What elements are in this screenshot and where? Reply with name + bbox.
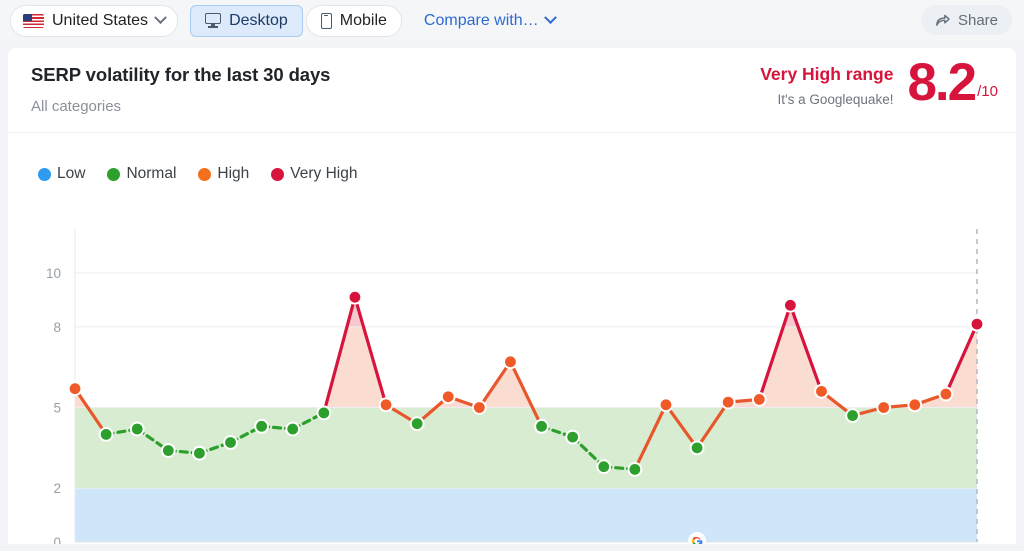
chevron-down-icon <box>154 11 167 25</box>
share-label: Share <box>957 11 998 29</box>
tab-desktop-label: Desktop <box>229 11 288 29</box>
y-axis-tick-label: 8 <box>53 320 61 335</box>
legend-item-low[interactable]: Low <box>38 165 85 183</box>
chart-body <box>67 229 985 543</box>
data-point[interactable] <box>505 356 516 368</box>
data-point[interactable] <box>380 399 392 411</box>
data-point[interactable] <box>816 385 827 397</box>
score-max: /10 <box>977 83 998 101</box>
score-caption: It's a Googlequake! <box>777 92 894 107</box>
compare-with-label: Compare with… <box>423 11 539 29</box>
data-point[interactable] <box>411 418 423 430</box>
y-axis-tick-label: 2 <box>53 481 61 496</box>
score-labels: Very High range It's a Googlequake! <box>760 58 893 107</box>
data-point[interactable] <box>598 461 610 473</box>
legend-item-very-high[interactable]: Very High <box>271 165 357 183</box>
share-arrow-icon <box>936 14 950 26</box>
data-point[interactable] <box>349 291 361 303</box>
data-point[interactable] <box>909 399 921 411</box>
phone-icon <box>320 12 332 29</box>
country-label: United States <box>52 11 149 29</box>
legend-color-dot <box>38 167 51 181</box>
legend-color-dot <box>198 167 212 181</box>
data-point[interactable] <box>940 388 952 400</box>
chevron-down-icon <box>543 11 557 25</box>
legend-label: Very High <box>290 165 358 182</box>
data-point[interactable] <box>847 410 858 421</box>
data-point[interactable] <box>567 431 579 443</box>
band-very-high <box>75 297 977 327</box>
country-selector[interactable]: United States <box>10 4 179 37</box>
share-button[interactable]: Share <box>920 5 1012 35</box>
legend-label: High <box>217 165 250 182</box>
y-axis-tick-label: 5 <box>53 401 61 416</box>
score-value: 8.2 <box>907 53 977 112</box>
device-tab-group: Desktop Mobile <box>190 4 402 37</box>
toolbar: United States Desktop Mobile Compare wit… <box>0 0 1024 41</box>
volatility-card: SERP volatility for the last 30 days All… <box>8 48 1016 544</box>
legend-item-high[interactable]: High <box>198 165 249 183</box>
compare-with-dropdown[interactable]: Compare with… <box>423 11 557 30</box>
us-flag-icon <box>23 13 44 28</box>
data-point[interactable] <box>318 407 330 419</box>
card-subtitle: All categories <box>31 98 122 115</box>
y-axis-tick-label: 0 <box>53 535 61 544</box>
tab-mobile-label: Mobile <box>339 11 387 29</box>
data-point[interactable] <box>162 445 174 456</box>
score-value-wrap: 8.2 /10 <box>907 53 998 112</box>
tab-desktop[interactable]: Desktop <box>190 4 303 37</box>
band-low <box>75 488 977 542</box>
data-point[interactable] <box>722 396 734 408</box>
chart-plot-area: 025810Feb 17Feb 20Feb 23Feb 26Feb 29Mar … <box>8 203 1016 544</box>
y-axis-tick-label: 10 <box>46 266 61 281</box>
data-point[interactable] <box>473 402 485 413</box>
monitor-icon <box>205 13 222 28</box>
data-point[interactable] <box>100 429 112 440</box>
data-point[interactable] <box>442 391 454 403</box>
data-point[interactable] <box>225 437 236 448</box>
page-title: SERP volatility for the last 30 days <box>31 64 331 85</box>
data-point[interactable] <box>691 442 703 454</box>
data-point[interactable] <box>784 299 796 311</box>
data-point[interactable] <box>256 420 268 432</box>
status-badge: Very High range <box>760 64 894 84</box>
data-point[interactable] <box>660 399 672 411</box>
legend-color-dot <box>271 167 285 181</box>
data-point[interactable] <box>753 394 765 405</box>
data-point[interactable] <box>878 402 890 413</box>
data-point[interactable] <box>287 423 299 435</box>
legend-label: Low <box>57 165 86 182</box>
legend-item-normal[interactable]: Normal <box>107 165 176 183</box>
volatility-line-chart[interactable]: 025810Feb 17Feb 20Feb 23Feb 26Feb 29Mar … <box>8 203 1016 544</box>
data-point[interactable] <box>971 318 983 330</box>
data-point[interactable] <box>194 447 205 459</box>
legend: Low Normal High Very High <box>38 165 357 183</box>
data-point[interactable] <box>69 383 81 395</box>
data-point[interactable] <box>629 463 641 475</box>
score-block: Very High range It's a Googlequake! 8.2 … <box>760 53 998 112</box>
data-point[interactable] <box>536 420 547 432</box>
legend-color-dot <box>107 167 121 181</box>
data-point[interactable] <box>131 423 143 435</box>
legend-label: Normal <box>126 165 177 182</box>
card-header: SERP volatility for the last 30 days All… <box>8 48 1016 133</box>
tab-mobile[interactable]: Mobile <box>305 4 402 37</box>
